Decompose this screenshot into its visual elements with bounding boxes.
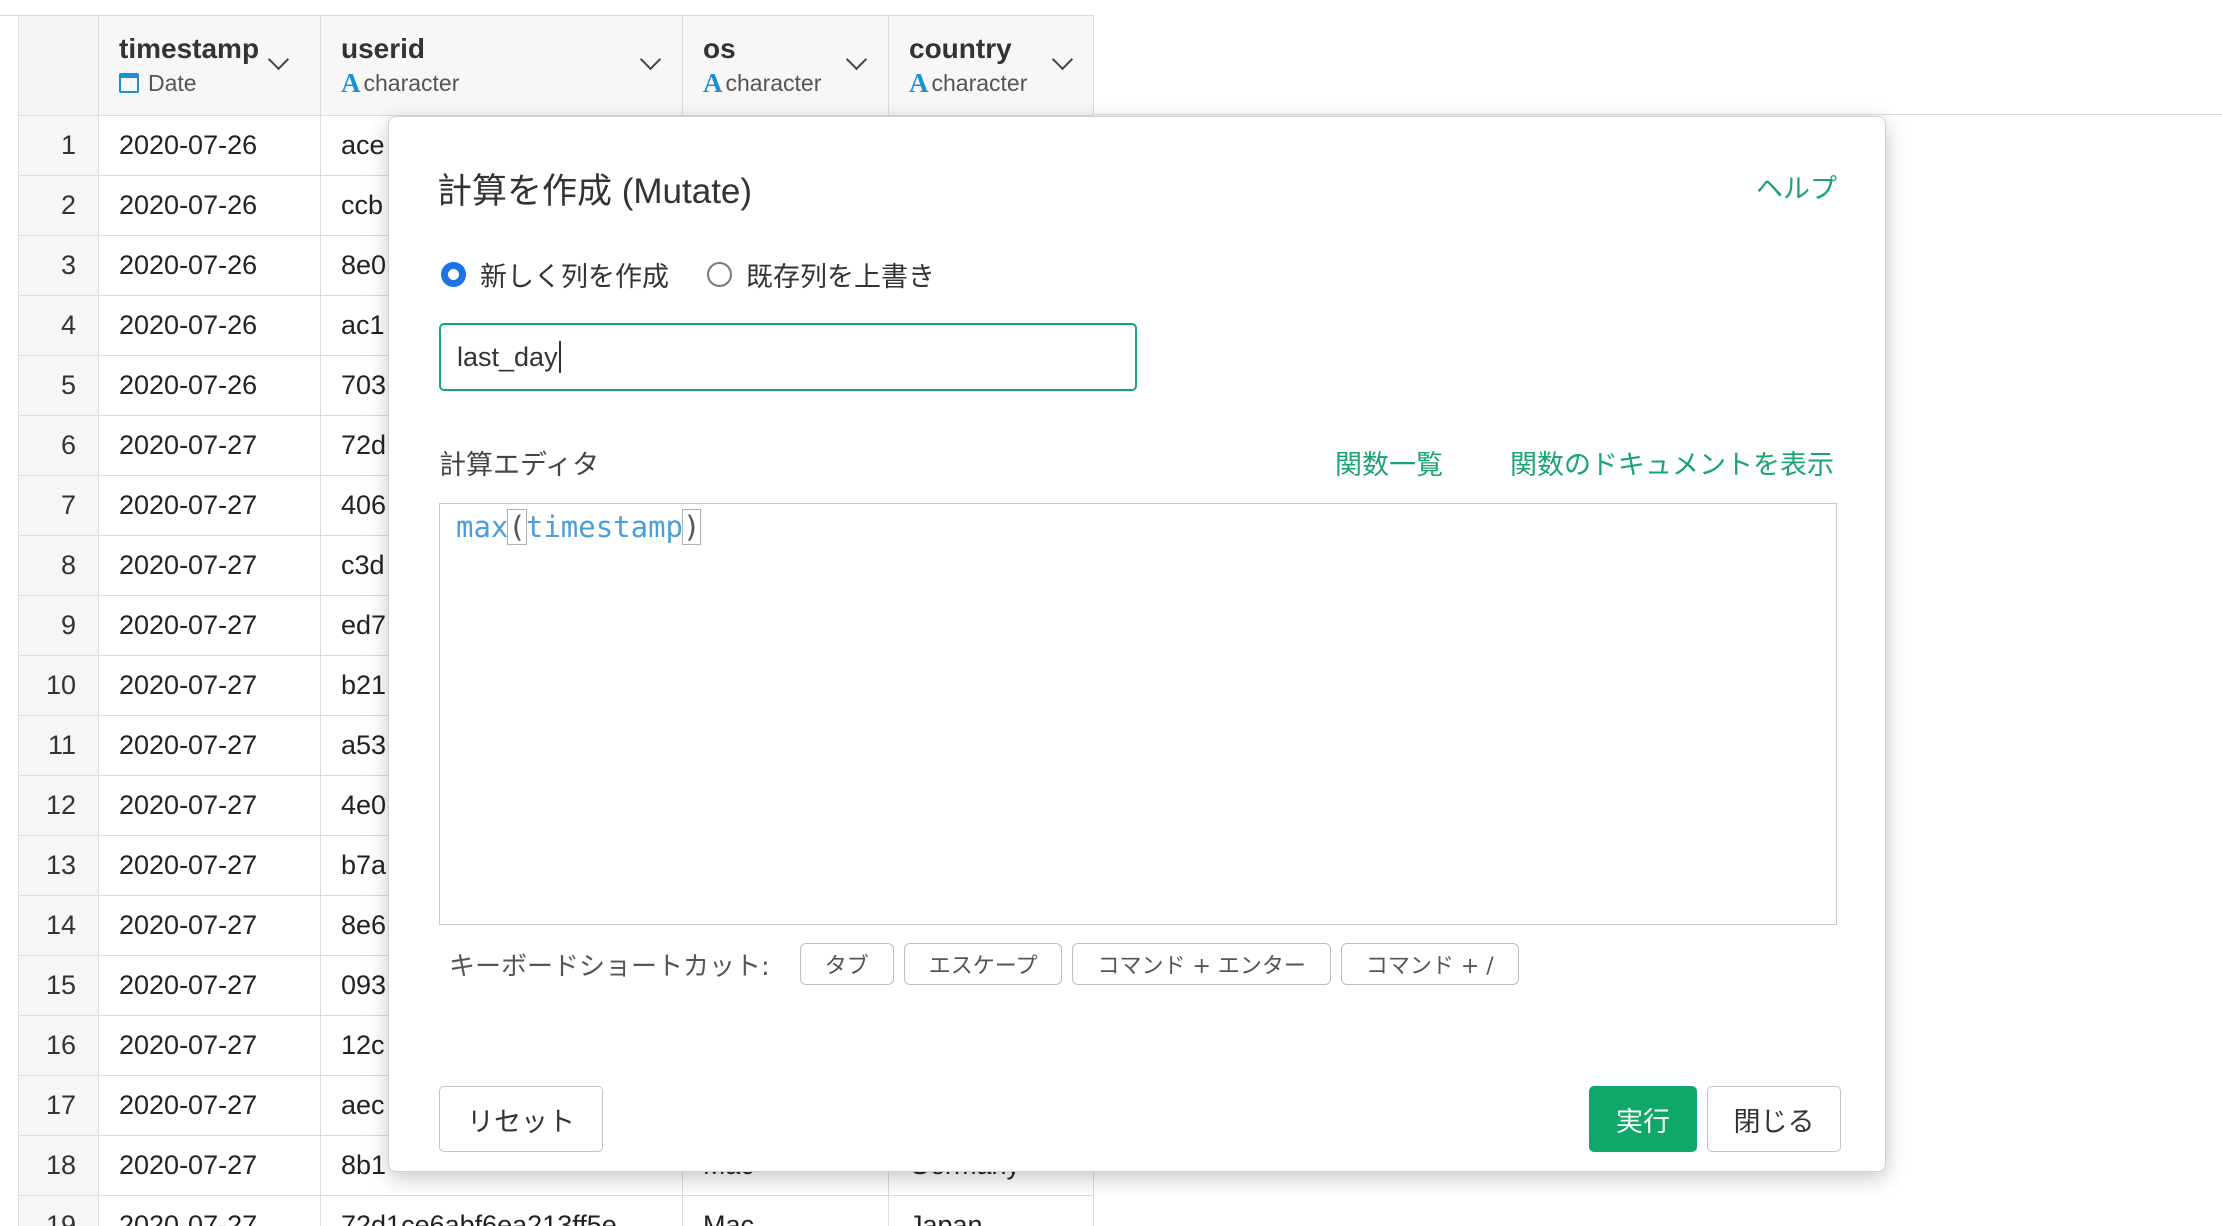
dialog-title: 計算を作成 (Mutate) (437, 172, 753, 211)
code-argument-token: timestamp (525, 510, 683, 544)
cell-timestamp[interactable]: 2020-07-27 (98, 475, 321, 536)
column-type-label: character (931, 70, 1028, 96)
column-type-label: Date (148, 70, 197, 96)
cell-timestamp[interactable]: 2020-07-27 (98, 595, 321, 656)
cell-timestamp[interactable]: 2020-07-27 (98, 655, 321, 716)
calendar-icon (119, 73, 139, 93)
column-type: A character (909, 68, 1073, 98)
cell-timestamp[interactable]: 2020-07-27 (98, 1075, 321, 1136)
row-number: 18 (18, 1135, 99, 1196)
column-name: country (909, 33, 1012, 64)
column-type: Date (119, 70, 300, 96)
character-type-icon: A (703, 68, 723, 98)
cell-timestamp[interactable]: 2020-07-26 (98, 235, 321, 296)
column-header-country[interactable]: country A character (888, 15, 1094, 116)
text-caret (558, 341, 561, 373)
character-type-icon: A (909, 68, 929, 98)
row-number: 5 (18, 355, 99, 416)
cell-timestamp[interactable]: 2020-07-27 (98, 1015, 321, 1076)
reset-button[interactable]: リセット (439, 1086, 603, 1152)
row-number: 16 (18, 1015, 99, 1076)
cell-timestamp[interactable]: 2020-07-26 (98, 175, 321, 236)
shortcut-command-enter: コマンド + エンター (1072, 943, 1331, 985)
row-number: 8 (18, 535, 99, 596)
code-editor[interactable]: max(timestamp) (439, 503, 1837, 925)
row-number: 15 (18, 955, 99, 1016)
row-number: 2 (18, 175, 99, 236)
grid-header-row: timestamp Date userid A character os A c… (18, 15, 1094, 116)
column-header-userid[interactable]: userid A character (320, 15, 683, 116)
radio-option-new-column[interactable]: 新しく列を作成 (441, 255, 669, 294)
row-number: 4 (18, 295, 99, 356)
row-number: 19 (18, 1195, 99, 1226)
function-docs-link[interactable]: 関数のドキュメントを表示 (1510, 443, 1834, 482)
keyboard-shortcuts: キーボードショートカット: タブ エスケープ コマンド + エンター コマンド … (449, 943, 1529, 985)
radio-button[interactable] (707, 262, 732, 287)
row-number: 1 (18, 115, 99, 176)
table-row: 19 2020-07-27 72d1ce6abf6ea213ff5e Mac Japan (18, 1195, 1094, 1226)
column-name: os (703, 33, 736, 64)
cell-timestamp[interactable]: 2020-07-27 (98, 775, 321, 836)
row-number-header (18, 15, 99, 116)
cell-timestamp[interactable]: 2020-07-27 (98, 895, 321, 956)
column-type-label: character (363, 70, 460, 96)
editor-label: 計算エディタ (439, 450, 600, 481)
cell-timestamp[interactable]: 2020-07-26 (98, 115, 321, 176)
shortcut-tab: タブ (799, 943, 894, 985)
row-number: 10 (18, 655, 99, 716)
mutate-dialog: 計算を作成 (Mutate) ヘルプ 新しく列を作成 既存列を上書き last_… (388, 116, 1886, 1172)
cell-timestamp[interactable]: 2020-07-27 (98, 955, 321, 1016)
code-function-token: max (456, 510, 509, 544)
cell-timestamp[interactable]: 2020-07-27 (98, 535, 321, 596)
column-header-timestamp[interactable]: timestamp Date (98, 15, 321, 116)
row-number: 7 (18, 475, 99, 536)
new-column-name-input[interactable]: last_day (439, 323, 1137, 391)
shortcuts-label: キーボードショートカット: (449, 951, 770, 982)
run-button[interactable]: 実行 (1589, 1086, 1697, 1152)
cell-os[interactable]: Mac (682, 1195, 889, 1226)
row-number: 3 (18, 235, 99, 296)
row-number: 11 (18, 715, 99, 776)
help-link[interactable]: ヘルプ (1756, 167, 1837, 206)
shortcut-command-slash: コマンド + / (1340, 943, 1519, 985)
column-type: A character (341, 68, 662, 98)
column-type-label: character (725, 70, 822, 96)
code-close-paren: ) (681, 509, 702, 545)
radio-option-overwrite[interactable]: 既存列を上書き (707, 255, 935, 294)
cell-country[interactable]: Japan (888, 1195, 1094, 1226)
column-type: A character (703, 68, 868, 98)
radio-button-checked[interactable] (441, 262, 466, 287)
row-number: 6 (18, 415, 99, 476)
row-number: 9 (18, 595, 99, 656)
cell-timestamp[interactable]: 2020-07-27 (98, 835, 321, 896)
cell-timestamp[interactable]: 2020-07-27 (98, 715, 321, 776)
radio-label: 新しく列を作成 (480, 262, 669, 293)
radio-label: 既存列を上書き (746, 262, 935, 293)
cell-timestamp[interactable]: 2020-07-27 (98, 1195, 321, 1226)
close-button[interactable]: 閉じる (1707, 1086, 1841, 1152)
row-number: 14 (18, 895, 99, 956)
input-value: last_day (457, 341, 558, 372)
code-open-paren: ( (507, 509, 527, 545)
app-screen: timestamp Date userid A character os A c… (0, 0, 2222, 1226)
cell-timestamp[interactable]: 2020-07-26 (98, 295, 321, 356)
character-type-icon: A (341, 68, 361, 98)
column-name: userid (341, 33, 426, 64)
function-list-link[interactable]: 関数一覧 (1335, 443, 1443, 482)
shortcut-escape: エスケープ (903, 943, 1063, 985)
row-number: 12 (18, 775, 99, 836)
cell-timestamp[interactable]: 2020-07-27 (98, 1135, 321, 1196)
row-number: 13 (18, 835, 99, 896)
cell-userid[interactable]: 72d1ce6abf6ea213ff5e (320, 1195, 683, 1226)
cell-timestamp[interactable]: 2020-07-27 (98, 415, 321, 476)
row-number: 17 (18, 1075, 99, 1136)
cell-timestamp[interactable]: 2020-07-26 (98, 355, 321, 416)
mode-radio-group: 新しく列を作成 既存列を上書き (441, 255, 973, 294)
column-header-os[interactable]: os A character (682, 15, 889, 116)
